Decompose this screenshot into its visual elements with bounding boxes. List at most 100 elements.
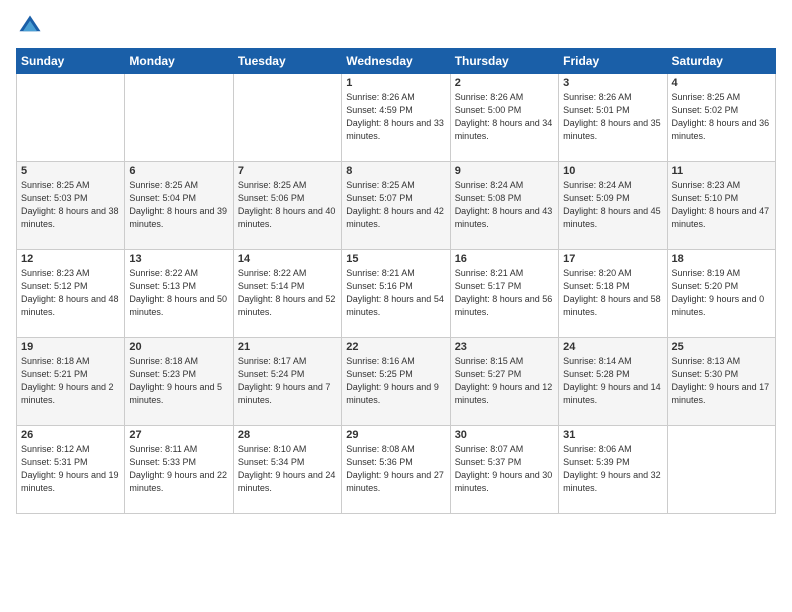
day-info: Sunrise: 8:19 AM Sunset: 5:20 PM Dayligh…: [672, 267, 771, 319]
calendar-cell: 9 Sunrise: 8:24 AM Sunset: 5:08 PM Daylig…: [450, 162, 558, 250]
day-info: Sunrise: 8:18 AM Sunset: 5:23 PM Dayligh…: [129, 355, 228, 407]
calendar: SundayMondayTuesdayWednesdayThursdayFrid…: [16, 48, 776, 514]
calendar-cell: [17, 74, 125, 162]
calendar-week: 19Sunrise: 8:18 AM Sunset: 5:21 PM Dayli…: [17, 338, 776, 426]
day-info: Sunrise: 8:25 AM Sunset: 5:04 PM Dayligh…: [129, 179, 228, 231]
day-number: 9: [455, 165, 554, 177]
weekday-header: Thursday: [450, 49, 558, 74]
calendar-cell: 24 Sunrise: 8:14 AM Sunset: 5:28 PM Dayli…: [559, 338, 667, 426]
calendar-cell: 15 Sunrise: 8:21 AM Sunset: 5:16 PM Dayli…: [342, 250, 450, 338]
day-info: Sunrise: 8:16 AM Sunset: 5:25 PM Dayligh…: [346, 355, 445, 407]
day-info: Sunrise: 8:25 AM Sunset: 5:07 PM Dayligh…: [346, 179, 445, 231]
day-info: Sunrise: 8:21 AM Sunset: 5:16 PM Dayligh…: [346, 267, 445, 319]
calendar-cell: 26 Sunrise: 8:12 AM Sunset: 5:31 PM Dayli…: [17, 426, 125, 514]
day-info: Sunrise: 8:15 AM Sunset: 5:27 PM Dayligh…: [455, 355, 554, 407]
day-number: 27: [129, 429, 228, 441]
calendar-cell: 30Sunrise: 8:07 AM Sunset: 5:37 PM Dayli…: [450, 426, 558, 514]
day-info: Sunrise: 8:24 AM Sunset: 5:08 PM Dayligh…: [455, 179, 554, 231]
calendar-cell: 22 Sunrise: 8:16 AM Sunset: 5:25 PM Dayli…: [342, 338, 450, 426]
calendar-header: SundayMondayTuesdayWednesdayThursdayFrid…: [17, 49, 776, 74]
calendar-week: 1 Sunrise: 8:26 AM Sunset: 4:59 PM Daylig…: [17, 74, 776, 162]
day-number: 26: [21, 429, 120, 441]
day-number: 20: [129, 341, 228, 353]
calendar-cell: 2 Sunrise: 8:26 AM Sunset: 5:00 PM Daylig…: [450, 74, 558, 162]
calendar-cell: 7 Sunrise: 8:25 AM Sunset: 5:06 PM Daylig…: [233, 162, 341, 250]
day-info: Sunrise: 8:24 AM Sunset: 5:09 PM Dayligh…: [563, 179, 662, 231]
day-info: Sunrise: 8:25 AM Sunset: 5:03 PM Dayligh…: [21, 179, 120, 231]
day-number: 19: [21, 341, 120, 353]
calendar-cell: 6 Sunrise: 8:25 AM Sunset: 5:04 PM Daylig…: [125, 162, 233, 250]
calendar-cell: 3 Sunrise: 8:26 AM Sunset: 5:01 PM Daylig…: [559, 74, 667, 162]
day-number: 23: [455, 341, 554, 353]
day-info: Sunrise: 8:22 AM Sunset: 5:14 PM Dayligh…: [238, 267, 337, 319]
calendar-cell: 14 Sunrise: 8:22 AM Sunset: 5:14 PM Dayli…: [233, 250, 341, 338]
calendar-week: 26 Sunrise: 8:12 AM Sunset: 5:31 PM Dayli…: [17, 426, 776, 514]
weekday-header: Saturday: [667, 49, 775, 74]
day-number: 5: [21, 165, 120, 177]
calendar-cell: 25Sunrise: 8:13 AM Sunset: 5:30 PM Dayli…: [667, 338, 775, 426]
day-number: 4: [672, 77, 771, 89]
calendar-cell: [667, 426, 775, 514]
day-number: 3: [563, 77, 662, 89]
day-number: 24: [563, 341, 662, 353]
day-info: Sunrise: 8:26 AM Sunset: 4:59 PM Dayligh…: [346, 91, 445, 143]
calendar-week: 12 Sunrise: 8:23 AM Sunset: 5:12 PM Dayli…: [17, 250, 776, 338]
day-info: Sunrise: 8:11 AM Sunset: 5:33 PM Dayligh…: [129, 443, 228, 495]
day-info: Sunrise: 8:22 AM Sunset: 5:13 PM Dayligh…: [129, 267, 228, 319]
calendar-cell: 4 Sunrise: 8:25 AM Sunset: 5:02 PM Daylig…: [667, 74, 775, 162]
day-number: 16: [455, 253, 554, 265]
day-info: Sunrise: 8:21 AM Sunset: 5:17 PM Dayligh…: [455, 267, 554, 319]
calendar-cell: 16 Sunrise: 8:21 AM Sunset: 5:17 PM Dayli…: [450, 250, 558, 338]
day-info: Sunrise: 8:10 AM Sunset: 5:34 PM Dayligh…: [238, 443, 337, 495]
day-number: 18: [672, 253, 771, 265]
weekday-header: Sunday: [17, 49, 125, 74]
day-info: Sunrise: 8:06 AM Sunset: 5:39 PM Dayligh…: [563, 443, 662, 495]
weekday-header: Tuesday: [233, 49, 341, 74]
day-number: 13: [129, 253, 228, 265]
logo-icon: [16, 12, 44, 40]
day-info: Sunrise: 8:14 AM Sunset: 5:28 PM Dayligh…: [563, 355, 662, 407]
day-number: 28: [238, 429, 337, 441]
day-info: Sunrise: 8:26 AM Sunset: 5:01 PM Dayligh…: [563, 91, 662, 143]
day-number: 10: [563, 165, 662, 177]
calendar-cell: 1 Sunrise: 8:26 AM Sunset: 4:59 PM Daylig…: [342, 74, 450, 162]
day-number: 1: [346, 77, 445, 89]
day-number: 17: [563, 253, 662, 265]
day-number: 12: [21, 253, 120, 265]
day-info: Sunrise: 8:08 AM Sunset: 5:36 PM Dayligh…: [346, 443, 445, 495]
calendar-cell: 11 Sunrise: 8:23 AM Sunset: 5:10 PM Dayli…: [667, 162, 775, 250]
day-number: 6: [129, 165, 228, 177]
day-info: Sunrise: 8:26 AM Sunset: 5:00 PM Dayligh…: [455, 91, 554, 143]
calendar-cell: 23 Sunrise: 8:15 AM Sunset: 5:27 PM Dayli…: [450, 338, 558, 426]
day-info: Sunrise: 8:23 AM Sunset: 5:12 PM Dayligh…: [21, 267, 120, 319]
day-number: 21: [238, 341, 337, 353]
day-info: Sunrise: 8:23 AM Sunset: 5:10 PM Dayligh…: [672, 179, 771, 231]
calendar-cell: 31 Sunrise: 8:06 AM Sunset: 5:39 PM Dayli…: [559, 426, 667, 514]
day-number: 15: [346, 253, 445, 265]
weekday-header: Monday: [125, 49, 233, 74]
logo: [16, 12, 48, 40]
weekday-header: Wednesday: [342, 49, 450, 74]
calendar-cell: [125, 74, 233, 162]
day-number: 31: [563, 429, 662, 441]
calendar-cell: 21Sunrise: 8:17 AM Sunset: 5:24 PM Dayli…: [233, 338, 341, 426]
day-number: 29: [346, 429, 445, 441]
day-number: 14: [238, 253, 337, 265]
calendar-cell: 8Sunrise: 8:25 AM Sunset: 5:07 PM Daylig…: [342, 162, 450, 250]
calendar-cell: [233, 74, 341, 162]
day-number: 11: [672, 165, 771, 177]
calendar-cell: 27 Sunrise: 8:11 AM Sunset: 5:33 PM Dayli…: [125, 426, 233, 514]
day-number: 22: [346, 341, 445, 353]
day-info: Sunrise: 8:12 AM Sunset: 5:31 PM Dayligh…: [21, 443, 120, 495]
day-number: 7: [238, 165, 337, 177]
day-info: Sunrise: 8:20 AM Sunset: 5:18 PM Dayligh…: [563, 267, 662, 319]
day-number: 25: [672, 341, 771, 353]
day-number: 2: [455, 77, 554, 89]
weekday-row: SundayMondayTuesdayWednesdayThursdayFrid…: [17, 49, 776, 74]
header: [16, 12, 776, 40]
calendar-cell: 17 Sunrise: 8:20 AM Sunset: 5:18 PM Dayli…: [559, 250, 667, 338]
calendar-cell: 12 Sunrise: 8:23 AM Sunset: 5:12 PM Dayli…: [17, 250, 125, 338]
day-info: Sunrise: 8:25 AM Sunset: 5:06 PM Dayligh…: [238, 179, 337, 231]
day-info: Sunrise: 8:25 AM Sunset: 5:02 PM Dayligh…: [672, 91, 771, 143]
calendar-cell: 5 Sunrise: 8:25 AM Sunset: 5:03 PM Daylig…: [17, 162, 125, 250]
